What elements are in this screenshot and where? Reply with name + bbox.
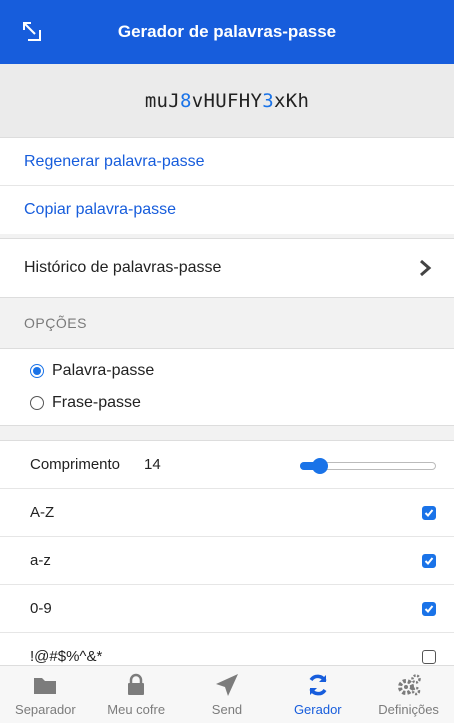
- special-checkbox[interactable]: [422, 649, 436, 664]
- radio-label: Frase-passe: [52, 394, 141, 411]
- numbers-checkbox[interactable]: [422, 601, 436, 616]
- tab-meu-cofre[interactable]: Meu cofre: [91, 666, 182, 723]
- actions-group: Regenerar palavra-passe Copiar palavra-p…: [0, 138, 454, 234]
- option-label: a-z: [30, 552, 51, 569]
- copy-password-link[interactable]: Copiar palavra-passe: [0, 186, 454, 234]
- lowercase-checkbox[interactable]: [422, 553, 436, 568]
- check-icon: [424, 604, 434, 613]
- tab-label: Definições: [378, 702, 439, 717]
- send-icon: [215, 674, 238, 696]
- tab-send[interactable]: Send: [182, 666, 273, 723]
- radio-passphrase[interactable]: Frase-passe: [0, 387, 454, 419]
- tab-label: Meu cofre: [107, 702, 166, 717]
- lock-icon: [128, 673, 145, 695]
- option-numbers: 0-9: [0, 585, 454, 633]
- slider-thumb[interactable]: [312, 457, 329, 474]
- option-label: !@#$%^&*: [30, 648, 103, 665]
- password-history-label: Histórico de palavras-passe: [24, 259, 222, 276]
- tab-definicoes[interactable]: Definições: [363, 666, 454, 723]
- password-history-row[interactable]: Histórico de palavras-passe: [0, 238, 454, 298]
- app-header: Gerador de palavras-passe: [0, 0, 454, 64]
- bottom-tab-bar: Separador Meu cofre Send Gerador Definiç…: [0, 665, 454, 723]
- regenerate-password-link[interactable]: Regenerar palavra-passe: [0, 138, 454, 186]
- folder-icon: [34, 678, 57, 694]
- password-digit: 3: [262, 89, 274, 112]
- length-slider[interactable]: [300, 457, 436, 474]
- uppercase-checkbox[interactable]: [422, 505, 436, 520]
- option-lowercase: a-z: [0, 537, 454, 585]
- radio-password[interactable]: Palavra-passe: [0, 355, 454, 387]
- options-section-label: OPÇÕES: [24, 315, 87, 331]
- generated-password: muJ 8 vHUFHY 3 xKh: [0, 64, 454, 138]
- history-group: Histórico de palavras-passe: [0, 238, 454, 298]
- password-text: xKh: [273, 89, 310, 112]
- option-label: 0-9: [30, 600, 52, 617]
- refresh-icon: [309, 674, 327, 696]
- length-label: Comprimento: [30, 456, 121, 473]
- check-icon: [424, 508, 434, 517]
- radio-label: Palavra-passe: [52, 362, 155, 379]
- option-label: A-Z: [30, 504, 55, 521]
- length-row: Comprimento 14: [0, 441, 454, 489]
- password-text: vHUFHY: [191, 89, 263, 112]
- radio-button-selected[interactable]: [30, 364, 44, 378]
- type-options-group: Palavra-passe Frase-passe: [0, 348, 454, 426]
- tab-label: Separador: [15, 702, 76, 717]
- length-value: 14: [144, 456, 161, 473]
- page-title: Gerador de palavras-passe: [117, 22, 337, 41]
- radio-button[interactable]: [30, 396, 44, 410]
- tab-separador[interactable]: Separador: [0, 666, 91, 723]
- password-digit: 8: [180, 89, 192, 112]
- back-arrow-icon[interactable]: [20, 20, 44, 44]
- check-icon: [424, 556, 434, 565]
- chevron-right-icon: [420, 259, 432, 277]
- tab-label: Send: [211, 702, 243, 717]
- tab-gerador[interactable]: Gerador: [272, 666, 363, 723]
- option-uppercase: A-Z: [0, 489, 454, 537]
- tab-label: Gerador: [293, 702, 342, 717]
- gears-icon: [397, 674, 421, 696]
- password-text: muJ: [144, 89, 181, 112]
- password-options-group: Comprimento 14 A-Z a-z 0-9 !@#$%^&*: [0, 440, 454, 681]
